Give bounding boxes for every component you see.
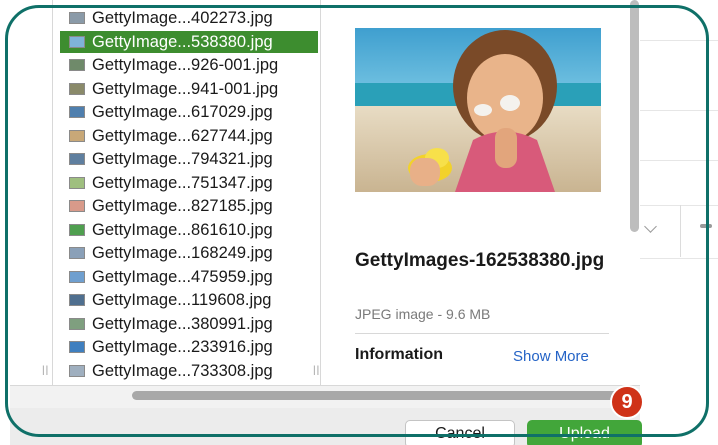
- file-list-item[interactable]: GettyImage...941-001.jpg: [60, 78, 318, 100]
- file-name: GettyImage...380991.jpg: [92, 314, 273, 333]
- image-file-icon: [69, 106, 85, 118]
- file-name: GettyImage...861610.jpg: [92, 220, 273, 239]
- file-name: GettyImage...827185.jpg: [92, 197, 273, 215]
- column-resize-handle[interactable]: ||: [313, 365, 320, 376]
- step-number-badge: 9: [610, 385, 644, 419]
- minus-icon: [700, 224, 712, 228]
- file-list-item[interactable]: GettyImage...475959.jpg: [60, 266, 318, 288]
- image-file-icon: [69, 341, 85, 353]
- file-name: GettyImage...941-001.jpg: [92, 79, 279, 98]
- file-name: GettyImage...617029.jpg: [92, 103, 273, 121]
- file-list-item[interactable]: GettyImage...119608.jpg: [60, 289, 318, 311]
- file-name: GettyImage...627744.jpg: [92, 126, 273, 145]
- file-list-item[interactable]: GettyImage...233916.jpg: [60, 336, 318, 358]
- file-name: GettyImage...733308.jpg: [92, 361, 273, 380]
- image-file-icon: [69, 294, 85, 306]
- file-list-item[interactable]: GettyImage...538380.jpg: [60, 30, 318, 53]
- image-file-icon: [69, 247, 85, 259]
- preview-file-type-size: JPEG image - 9.6 MB: [355, 306, 491, 322]
- file-name: GettyImage...119608.jpg: [92, 291, 272, 309]
- file-name: GettyImage...926-001.jpg: [92, 56, 279, 74]
- browser-column-left: [10, 0, 53, 385]
- file-list-item[interactable]: GettyImage...861610.jpg: [60, 219, 318, 241]
- file-list-item[interactable]: GettyImage...926-001.jpg: [60, 54, 318, 76]
- file-name: GettyImage...402273.jpg: [92, 9, 273, 27]
- preview-filename: GettyImages-162538380.jpg: [355, 250, 605, 271]
- file-name: GettyImage...233916.jpg: [92, 338, 273, 356]
- file-list-item[interactable]: GettyImage...827185.jpg: [60, 195, 318, 217]
- image-file-icon: [69, 82, 85, 95]
- file-list-item[interactable]: GettyImage...402273.jpg: [60, 7, 318, 29]
- photo-thumbnail: [355, 28, 601, 192]
- preview-pane: GettyImages-162538380.jpg JPEG image - 9…: [321, 0, 640, 385]
- file-list-item[interactable]: GettyImage...617029.jpg: [60, 101, 318, 123]
- divider: [355, 333, 609, 334]
- image-file-icon: [69, 35, 85, 48]
- file-name: GettyImage...168249.jpg: [92, 244, 273, 262]
- column-resize-handle[interactable]: ||: [42, 365, 49, 376]
- image-file-icon: [69, 270, 85, 283]
- file-list-item[interactable]: GettyImage...380991.jpg: [60, 313, 318, 335]
- image-file-icon: [69, 200, 85, 212]
- file-list-item[interactable]: GettyImage...751347.jpg: [60, 172, 318, 194]
- file-name: GettyImage...751347.jpg: [92, 173, 273, 192]
- cancel-button[interactable]: Cancel: [405, 420, 515, 445]
- file-name: GettyImage...538380.jpg: [92, 32, 273, 51]
- image-file-icon: [69, 59, 85, 71]
- horizontal-scrollbar-thumb[interactable]: [132, 391, 630, 400]
- file-list-item[interactable]: GettyImage...733308.jpg: [60, 360, 318, 382]
- file-name: GettyImage...794321.jpg: [92, 150, 273, 168]
- show-more-link[interactable]: Show More: [513, 348, 589, 365]
- image-file-icon: [69, 153, 85, 165]
- file-list-column: GettyImage...402273.jpg GettyImage...5383…: [53, 0, 321, 385]
- file-list-item[interactable]: GettyImage...627744.jpg: [60, 125, 318, 147]
- file-list-item[interactable]: GettyImage...168249.jpg: [60, 242, 318, 264]
- image-file-icon: [69, 364, 85, 377]
- image-file-icon: [69, 12, 85, 24]
- vertical-scrollbar[interactable]: [630, 0, 639, 232]
- image-file-icon: [69, 223, 85, 236]
- screenshot-frame: GettyImage...402273.jpg GettyImage...5383…: [0, 0, 718, 445]
- image-file-icon: [69, 176, 85, 189]
- divider: [680, 205, 681, 257]
- information-heading: Information: [355, 346, 443, 363]
- file-list-item[interactable]: GettyImage...794321.jpg: [60, 148, 318, 170]
- preview-image: [355, 28, 601, 192]
- image-file-icon: [69, 129, 85, 142]
- file-name: GettyImage...475959.jpg: [92, 267, 273, 286]
- upload-button[interactable]: Upload: [527, 420, 642, 445]
- file-picker-dialog: GettyImage...402273.jpg GettyImage...5383…: [10, 0, 642, 445]
- image-file-icon: [69, 317, 85, 330]
